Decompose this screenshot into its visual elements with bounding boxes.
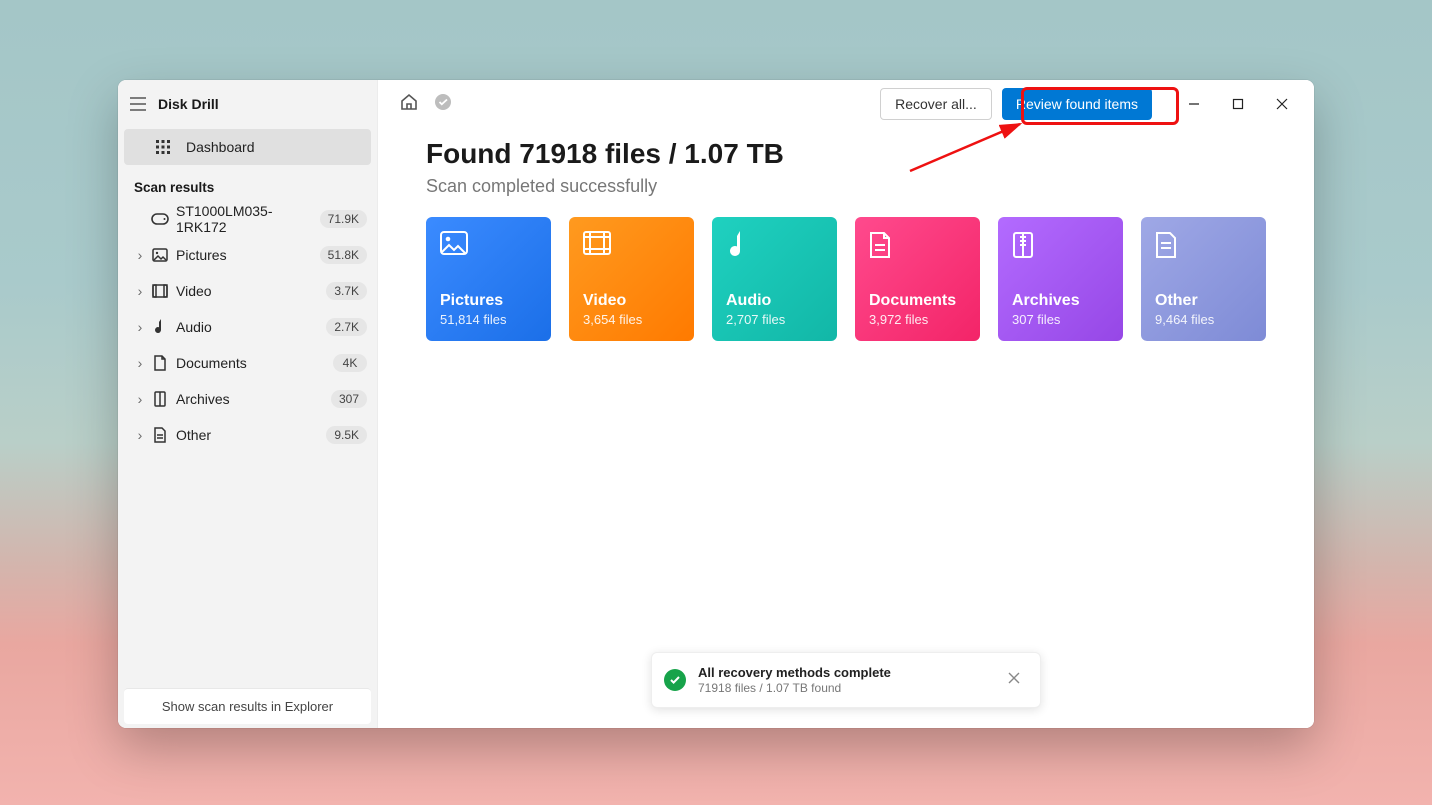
check-circle-icon <box>664 669 686 691</box>
card-title: Other <box>1155 292 1252 310</box>
sidebar-item-label: Other <box>172 427 326 443</box>
card-count: 3,972 files <box>869 312 966 327</box>
card-documents[interactable]: Documents 3,972 files <box>855 217 980 341</box>
chevron-right-icon[interactable]: › <box>132 391 148 407</box>
card-count: 307 files <box>1012 312 1109 327</box>
dashboard-icon <box>154 140 172 154</box>
chevron-right-icon[interactable]: › <box>132 355 148 371</box>
close-button[interactable] <box>1260 84 1304 124</box>
sidebar-item-label: ST1000LM035-1RK172 <box>172 203 320 235</box>
sidebar-item-pictures[interactable]: › Pictures 51.8K <box>118 237 377 273</box>
sidebar-item-other[interactable]: › Other 9.5K <box>118 417 377 453</box>
minimize-button[interactable] <box>1172 84 1216 124</box>
chevron-right-icon[interactable]: › <box>132 427 148 443</box>
app-window: Disk Drill Dashboard Scan results › <box>118 80 1314 728</box>
sidebar: Disk Drill Dashboard Scan results › <box>118 80 378 728</box>
chevron-right-icon[interactable]: › <box>132 319 148 335</box>
toast-close-button[interactable] <box>1008 671 1028 689</box>
card-count: 3,654 files <box>583 312 680 327</box>
document-icon <box>148 355 172 371</box>
category-cards: Pictures 51,814 files Video 3,654 files <box>426 217 1266 341</box>
card-title: Archives <box>1012 292 1109 310</box>
sidebar-item-label: Archives <box>172 391 331 407</box>
review-found-items-button[interactable]: Review found items <box>1002 88 1152 120</box>
video-icon <box>148 284 172 298</box>
chevron-right-icon[interactable]: › <box>132 283 148 299</box>
picture-icon <box>440 231 537 271</box>
desktop-wallpaper: Disk Drill Dashboard Scan results › <box>0 0 1432 805</box>
card-archives[interactable]: Archives 307 files <box>998 217 1123 341</box>
sidebar-item-drive[interactable]: › ST1000LM035-1RK172 71.9K <box>118 201 377 237</box>
recover-all-button[interactable]: Recover all... <box>880 88 992 120</box>
card-title: Documents <box>869 292 966 310</box>
sidebar-item-label: Audio <box>172 319 326 335</box>
sidebar-footer-label: Show scan results in Explorer <box>162 699 333 714</box>
sidebar-item-label: Video <box>172 283 326 299</box>
sidebar-item-audio[interactable]: › Audio 2.7K <box>118 309 377 345</box>
content-area: Found 71918 files / 1.07 TB Scan complet… <box>378 128 1314 341</box>
home-icon[interactable] <box>400 93 418 116</box>
sidebar-item-badge: 2.7K <box>326 318 367 336</box>
main-panel: Recover all... Review found items Found … <box>378 80 1314 728</box>
sidebar-item-archives[interactable]: › Archives 307 <box>118 381 377 417</box>
sidebar-item-badge: 307 <box>331 390 367 408</box>
audio-icon <box>148 319 172 335</box>
card-count: 2,707 files <box>726 312 823 327</box>
card-title: Audio <box>726 292 823 310</box>
card-other[interactable]: Other 9,464 files <box>1141 217 1266 341</box>
card-count: 9,464 files <box>1155 312 1252 327</box>
card-title: Video <box>583 292 680 310</box>
sidebar-item-badge: 9.5K <box>326 426 367 444</box>
topbar: Recover all... Review found items <box>378 80 1314 128</box>
sidebar-item-badge: 4K <box>333 354 367 372</box>
sidebar-item-documents[interactable]: › Documents 4K <box>118 345 377 381</box>
card-title: Pictures <box>440 292 537 310</box>
sidebar-item-video[interactable]: › Video 3.7K <box>118 273 377 309</box>
sidebar-item-label: Pictures <box>172 247 320 263</box>
card-audio[interactable]: Audio 2,707 files <box>712 217 837 341</box>
toast-subtitle: 71918 files / 1.07 TB found <box>698 681 996 695</box>
toast-notification: All recovery methods complete 71918 file… <box>651 652 1041 708</box>
nav-dashboard[interactable]: Dashboard <box>124 129 371 165</box>
check-badge-icon[interactable] <box>434 93 452 116</box>
window-controls <box>1172 84 1304 124</box>
chevron-right-icon[interactable]: › <box>132 247 148 263</box>
document-icon <box>869 231 966 271</box>
audio-icon <box>726 231 823 271</box>
hamburger-icon[interactable] <box>130 97 146 111</box>
picture-icon <box>148 248 172 262</box>
sidebar-item-badge: 3.7K <box>326 282 367 300</box>
file-icon <box>148 427 172 443</box>
card-count: 51,814 files <box>440 312 537 327</box>
sidebar-item-badge: 51.8K <box>320 246 367 264</box>
sidebar-footer-button[interactable]: Show scan results in Explorer <box>124 688 371 724</box>
sidebar-section-label: Scan results <box>118 166 377 201</box>
toast-title: All recovery methods complete <box>698 665 996 680</box>
archive-icon <box>1012 231 1109 271</box>
card-video[interactable]: Video 3,654 files <box>569 217 694 341</box>
maximize-button[interactable] <box>1216 84 1260 124</box>
sidebar-item-badge: 71.9K <box>320 210 367 228</box>
disk-icon <box>148 213 172 225</box>
video-icon <box>583 231 680 271</box>
sidebar-header: Disk Drill <box>118 80 377 128</box>
archive-icon <box>148 391 172 407</box>
nav-dashboard-label: Dashboard <box>186 139 255 155</box>
page-subtitle: Scan completed successfully <box>426 176 1266 197</box>
sidebar-item-label: Documents <box>172 355 333 371</box>
file-icon <box>1155 231 1252 271</box>
card-pictures[interactable]: Pictures 51,814 files <box>426 217 551 341</box>
page-title: Found 71918 files / 1.07 TB <box>426 138 1266 170</box>
app-title: Disk Drill <box>158 96 219 112</box>
